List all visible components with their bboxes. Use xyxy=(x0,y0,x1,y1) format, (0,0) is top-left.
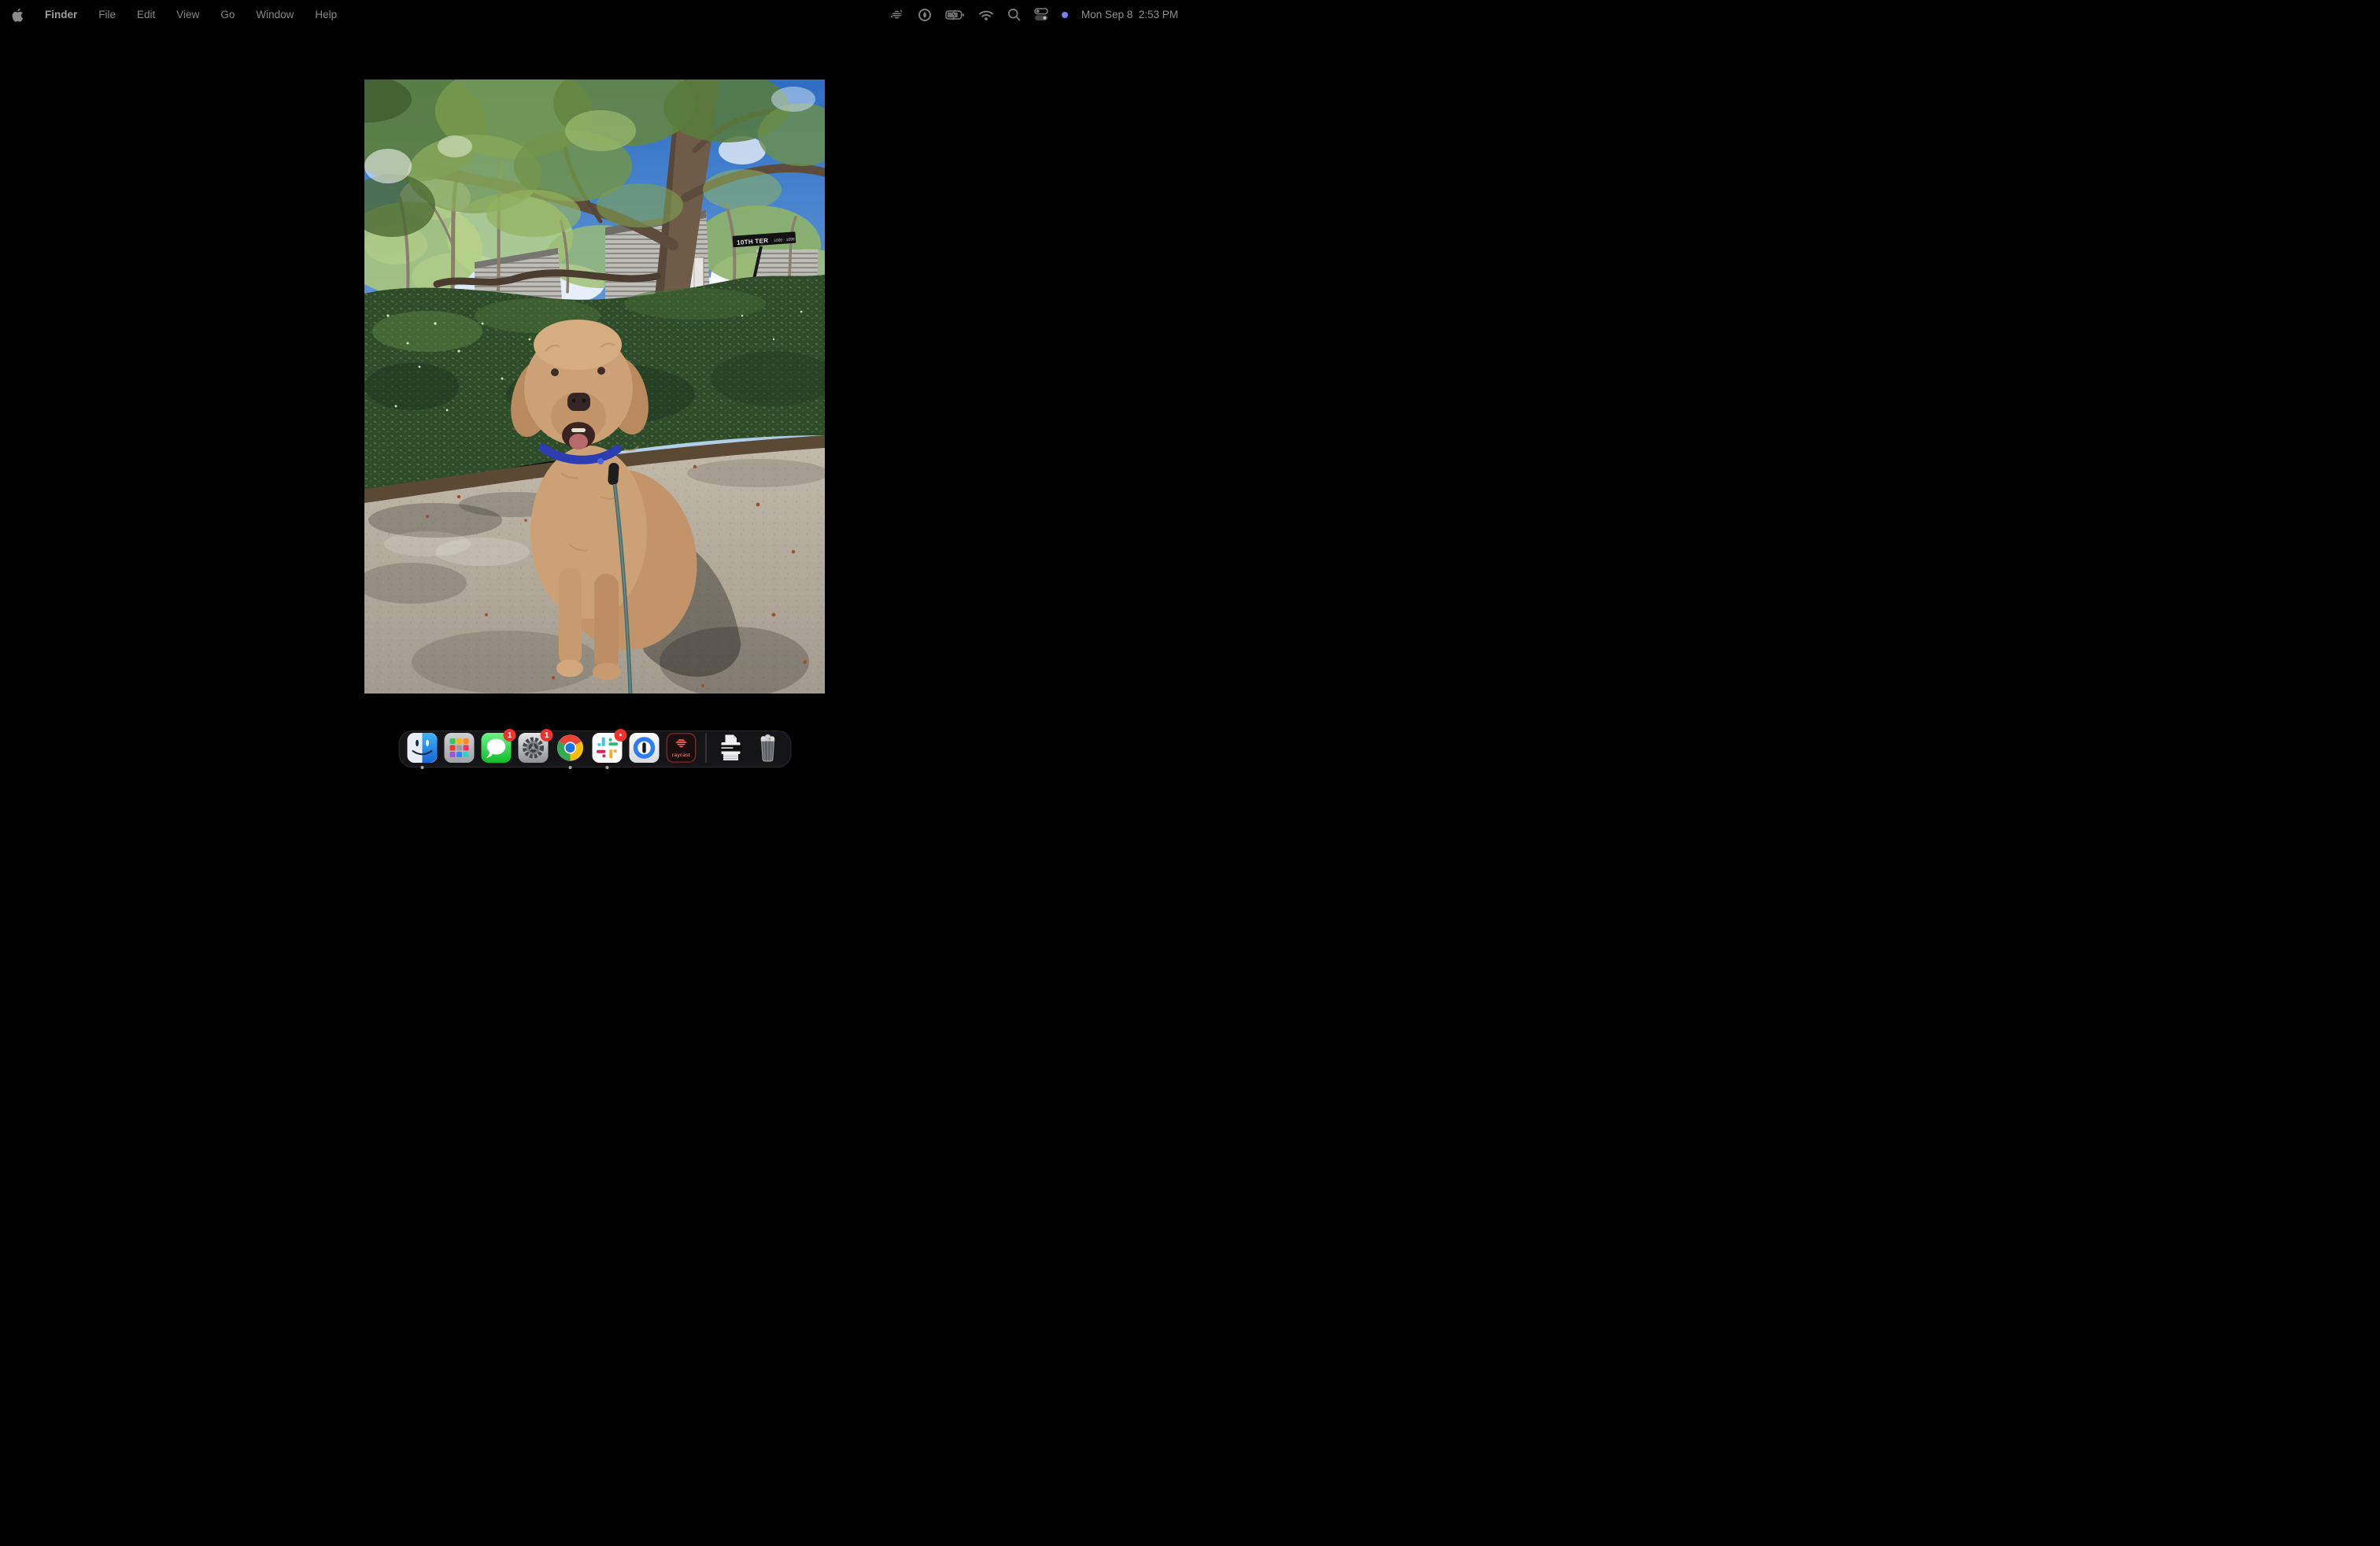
control-center-icon[interactable] xyxy=(1034,8,1048,21)
menu-go[interactable]: Go xyxy=(220,9,235,20)
apple-menu-icon[interactable] xyxy=(12,8,24,22)
menu-edit[interactable]: Edit xyxy=(137,9,155,20)
focus-status-dot[interactable] xyxy=(1062,12,1068,18)
dock-item-raycast[interactable]: raycast xyxy=(667,733,697,763)
dock-item-messages[interactable]: 1 xyxy=(482,733,512,763)
menu-help[interactable]: Help xyxy=(315,9,337,20)
raycast-icon-text: raycast xyxy=(672,753,690,758)
dock-item-chrome[interactable] xyxy=(556,733,586,763)
dock-item-system-settings[interactable]: 1 xyxy=(519,733,549,763)
dock-item-1password[interactable] xyxy=(630,733,660,763)
dock-item-launchpad[interactable] xyxy=(445,733,475,763)
spotlight-search-icon[interactable] xyxy=(1007,8,1021,21)
running-indicator xyxy=(421,766,424,769)
dock-separator xyxy=(706,733,707,763)
desktop: Finder File Edit View Go Window Help xyxy=(0,0,1190,773)
dock-item-trash[interactable] xyxy=(753,733,783,763)
menubar-clock[interactable]: Mon Sep 8 2:53 PM xyxy=(1081,9,1178,20)
dock-item-slack[interactable]: • xyxy=(593,733,623,763)
menu-file[interactable]: File xyxy=(98,9,116,20)
dock-item-finder[interactable] xyxy=(408,733,438,763)
battery-charging-icon[interactable] xyxy=(945,8,965,22)
running-indicator xyxy=(606,766,609,769)
menu-view[interactable]: View xyxy=(176,9,199,20)
notification-badge: 1 xyxy=(541,729,553,742)
menu-window[interactable]: Window xyxy=(256,9,294,20)
1password-menu-icon[interactable] xyxy=(918,8,932,22)
dock: 1 1 xyxy=(399,730,792,767)
dock-item-printer[interactable] xyxy=(716,733,746,763)
photo-preview[interactable]: 10TH TER 1000 - 1099 xyxy=(364,80,825,693)
menu-bar: Finder File Edit View Go Window Help xyxy=(0,0,1190,29)
notification-badge: 1 xyxy=(504,729,516,742)
raycast-menu-icon[interactable] xyxy=(889,7,904,22)
running-indicator xyxy=(569,766,572,769)
menu-app-name[interactable]: Finder xyxy=(45,9,77,20)
notification-badge: • xyxy=(615,729,627,742)
wifi-icon[interactable] xyxy=(978,9,994,21)
